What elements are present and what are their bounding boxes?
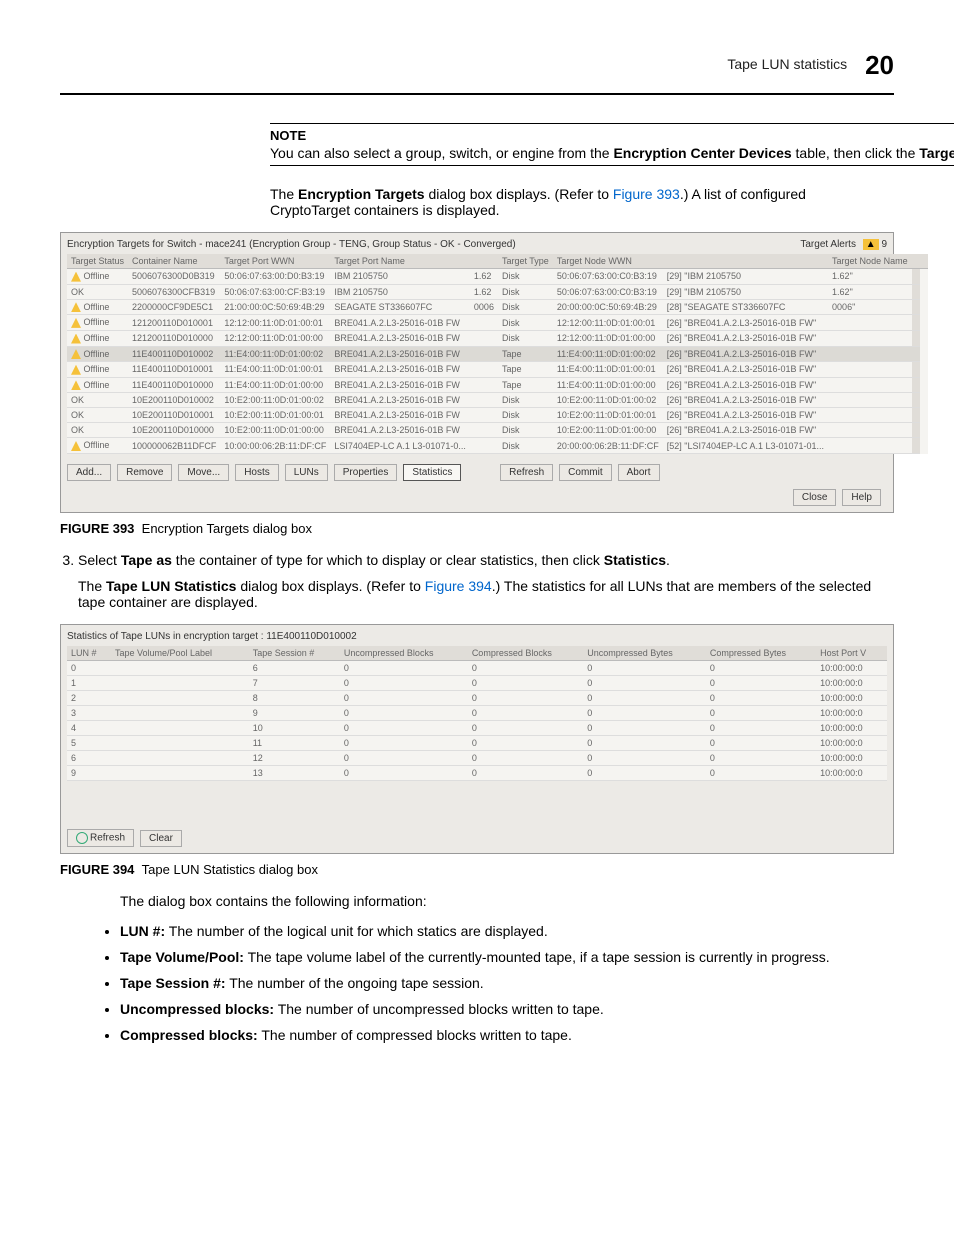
table-row[interactable]: Offline11E400110D01000211:E4:00:11:0D:01… [67, 346, 928, 362]
lunsbutton[interactable]: LUNs [285, 464, 328, 481]
commit-button[interactable]: Commit [559, 464, 611, 481]
paragraph: The Encryption Targets dialog box displa… [270, 186, 884, 218]
table-row[interactable]: 17000010:00:00:0 [67, 676, 887, 691]
table-row[interactable]: Offline11E400110D01000011:E4:00:11:0D:01… [67, 377, 928, 393]
column-header[interactable]: Compressed Blocks [468, 646, 583, 661]
table-row[interactable]: OK10E200110D01000010:E2:00:11:0D:01:00:0… [67, 423, 928, 438]
statisticsbutton[interactable]: Statistics [403, 464, 461, 481]
warning-icon [71, 441, 81, 451]
page-header: Tape LUN statistics 20 [60, 50, 894, 87]
figure-393-caption: FIGURE 393 Encryption Targets dialog box [60, 521, 894, 536]
table-row[interactable]: Offline2200000CF9DE5C121:00:00:0C:50:69:… [67, 299, 928, 315]
warning-icon [71, 349, 81, 359]
column-header[interactable]: Compressed Bytes [706, 646, 816, 661]
paragraph: The dialog box contains the following in… [120, 893, 894, 909]
refresh-button[interactable]: Refresh [500, 464, 553, 481]
propertiesbutton[interactable]: Properties [334, 464, 398, 481]
warning-icon [71, 272, 81, 282]
table-row[interactable]: 913000010:00:00:0 [67, 766, 887, 781]
tape-lun-statistics-dialog: Statistics of Tape LUNs in encryption ta… [60, 624, 894, 854]
table-row[interactable]: Offline5006076300D0B31950:06:07:63:00:D0… [67, 269, 928, 285]
list-item: Tape Session #: The number of the ongoin… [120, 975, 894, 991]
column-header[interactable]: Target Port WWN [220, 254, 330, 269]
move-button[interactable]: Move... [178, 464, 229, 481]
target-alerts[interactable]: Target Alerts ▲ 9 [800, 239, 887, 250]
warning-icon [71, 302, 81, 312]
column-header[interactable]: Target Port Name [330, 254, 470, 269]
list-item: Compressed blocks: The number of compres… [120, 1027, 894, 1043]
help-button[interactable]: Help [842, 489, 881, 506]
column-header[interactable]: Container Name [128, 254, 220, 269]
list-item: Uncompressed blocks: The number of uncom… [120, 1001, 894, 1017]
column-header[interactable]: LUN # [67, 646, 111, 661]
warning-icon [71, 365, 81, 375]
alert-icon: ▲ [863, 239, 879, 250]
column-header[interactable]: Tape Session # [249, 646, 340, 661]
abort-button[interactable]: Abort [618, 464, 660, 481]
clear-button[interactable]: Clear [140, 830, 182, 847]
add-button[interactable]: Add... [67, 464, 111, 481]
table-row[interactable]: OK10E200110D01000110:E2:00:11:0D:01:00:0… [67, 408, 928, 423]
column-header[interactable]: Host Port V [816, 646, 887, 661]
table-row[interactable]: 39000010:00:00:0 [67, 706, 887, 721]
dialog-button-row: Add... Remove Move... Hosts LUNs Properties St… [67, 464, 887, 481]
step-list: Select Tape as the container of type for… [60, 552, 894, 610]
table-row[interactable]: 612000010:00:00:0 [67, 751, 887, 766]
note-body: You can also select a group, switch, or … [270, 145, 954, 161]
column-header[interactable] [912, 254, 920, 269]
warning-icon [71, 334, 81, 344]
chapter-number: 20 [865, 50, 894, 81]
figure-394-caption: FIGURE 394 Tape LUN Statistics dialog bo… [60, 862, 894, 877]
column-header[interactable]: Uncompressed Bytes [583, 646, 706, 661]
table-row[interactable]: 06000010:00:00:0 [67, 661, 887, 676]
table-row[interactable]: 511000010:00:00:0 [67, 736, 887, 751]
list-item: LUN #: The number of the logical unit fo… [120, 923, 894, 939]
table-row[interactable]: OK5006076300CFB31950:06:07:63:00:CF:B3:1… [67, 284, 928, 299]
table-row[interactable]: Offline11E400110D01000111:E4:00:11:0D:01… [67, 362, 928, 378]
table-row[interactable]: Offline121200110D01000012:12:00:11:0D:01… [67, 330, 928, 346]
step-3: Select Tape as the container of type for… [78, 552, 894, 610]
column-header[interactable]: Target Type [498, 254, 553, 269]
column-header[interactable]: Target Status [67, 254, 128, 269]
table-row[interactable]: Offline121200110D01000112:12:00:11:0D:01… [67, 315, 928, 331]
column-header[interactable]: Target Node Name [828, 254, 912, 269]
dialog-title: Statistics of Tape LUNs in encryption ta… [67, 631, 357, 642]
column-header[interactable]: Tape Volume/Pool Label [111, 646, 249, 661]
dialog-title: Encryption Targets for Switch - mace241 … [67, 239, 516, 250]
table-row[interactable]: 410000010:00:00:0 [67, 721, 887, 736]
figure-394-link[interactable]: Figure 394 [425, 578, 492, 594]
figure-393-link[interactable]: Figure 393 [613, 186, 680, 202]
removebutton[interactable]: Remove [117, 464, 172, 481]
encryption-targets-dialog: Encryption Targets for Switch - mace241 … [60, 232, 894, 513]
column-header[interactable] [663, 254, 828, 269]
info-bullet-list: LUN #: The number of the logical unit fo… [100, 923, 894, 1043]
close-button[interactable]: Close [793, 489, 837, 506]
column-header[interactable]: Target Node WWN [553, 254, 663, 269]
table-row[interactable]: Offline100000062B11DFCF10:00:00:06:2B:11… [67, 438, 928, 454]
column-header[interactable]: Uncompressed Blocks [340, 646, 468, 661]
list-item: Tape Volume/Pool: The tape volume label … [120, 949, 894, 965]
refresh-icon [76, 832, 88, 844]
warning-icon [71, 318, 81, 328]
refresh-button[interactable]: Refresh [67, 829, 134, 847]
hostsbutton[interactable]: Hosts [235, 464, 279, 481]
section-title: Tape LUN statistics [727, 56, 847, 72]
table-row[interactable]: 28000010:00:00:0 [67, 691, 887, 706]
table-row[interactable]: OK10E200110D01000210:E2:00:11:0D:01:00:0… [67, 393, 928, 408]
column-header[interactable] [470, 254, 498, 269]
header-rule [60, 93, 894, 95]
statistics-table[interactable]: LUN #Tape Volume/Pool LabelTape Session … [67, 646, 887, 781]
warning-icon [71, 380, 81, 390]
targets-table[interactable]: Target StatusContainer NameTarget Port W… [67, 254, 928, 454]
note-heading: NOTE [270, 128, 954, 143]
